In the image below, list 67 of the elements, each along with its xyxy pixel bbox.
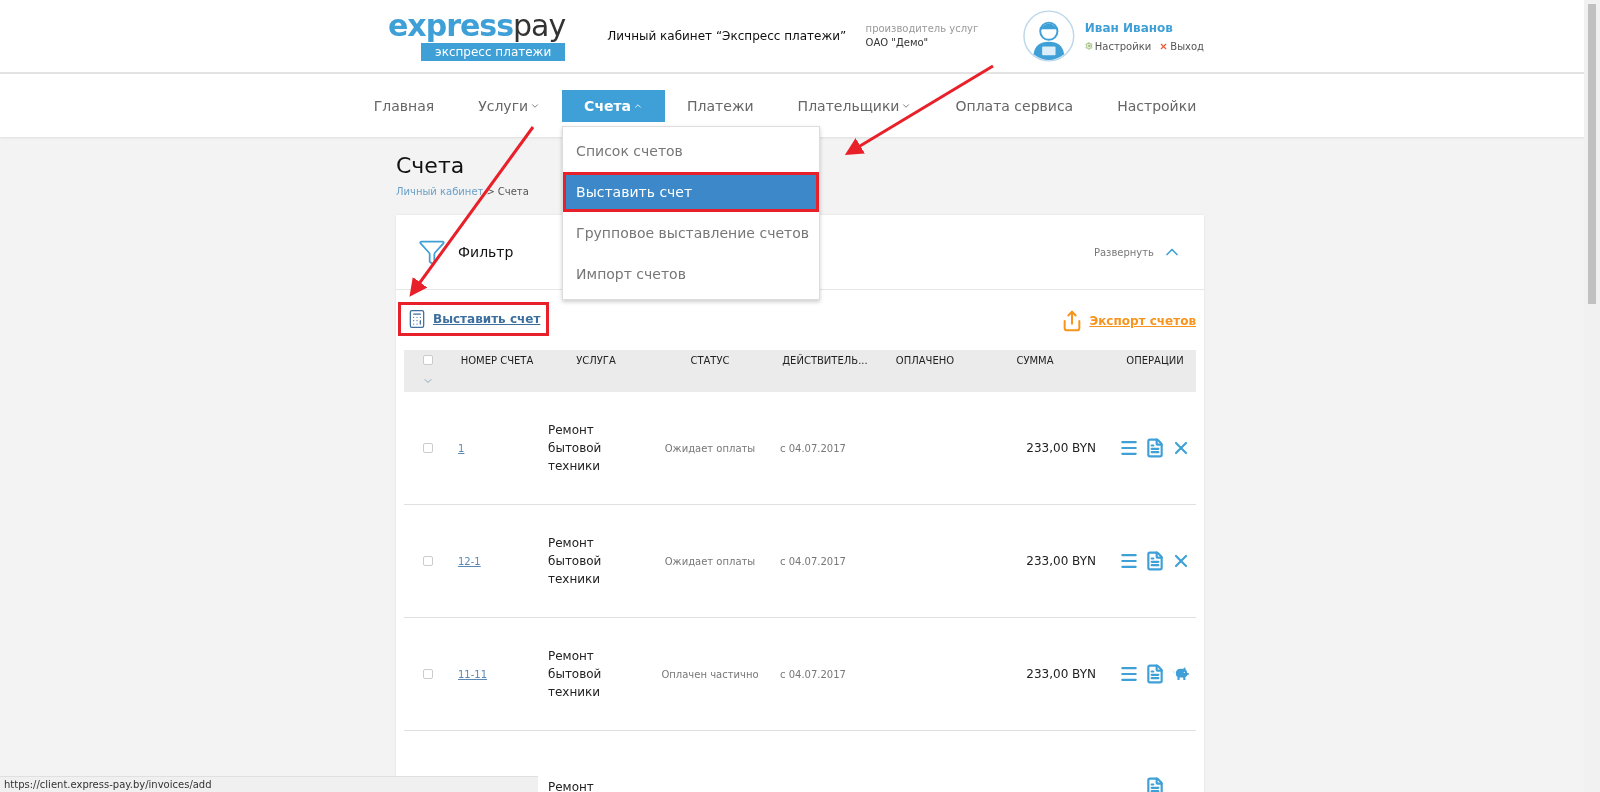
column-header: ОПЕРАЦИИ [1125, 354, 1185, 366]
document-icon[interactable] [1145, 664, 1165, 684]
table-cell-text: Оплачен частично [660, 668, 760, 680]
status-bar-url: https://client.express-pay.by/invoices/add [0, 776, 538, 792]
row-checkbox[interactable] [423, 669, 433, 679]
add-invoice-link[interactable]: Выставить счет [398, 302, 550, 336]
row-checkbox[interactable] [423, 556, 433, 566]
logo-tagline: экспресс платежи [421, 43, 566, 61]
table-cell-text: 233,00 BYN [1025, 554, 1097, 568]
provider-label: производитель услуг [865, 22, 980, 36]
list-icon[interactable] [1119, 664, 1139, 684]
nav-tab[interactable]: Плательщики [775, 89, 934, 122]
nav-tab[interactable]: Оплата сервиса [933, 89, 1096, 122]
invoice-number-link[interactable]: 1 [452, 442, 542, 454]
nav-tab[interactable]: Услуги [456, 89, 563, 122]
menu-item[interactable]: Выставить счет [563, 171, 820, 212]
table-cell-text: Ожидает оплаты [663, 555, 757, 567]
menu-item[interactable]: Список счетов [563, 130, 820, 171]
provider-name: ОАО "Демо" [865, 36, 930, 50]
table-cell-text: 233,00 BYN [1025, 667, 1097, 681]
table-cell-text: Ремонт бытовой техники [547, 422, 603, 475]
invoice-number-link[interactable]: 11-11 [452, 668, 542, 680]
page-title: Счета [396, 153, 466, 178]
logo-text: pay [513, 8, 566, 43]
calculator-icon [407, 309, 427, 329]
column-header: ОПЛАЧЕНО [894, 354, 956, 366]
select-all-checkbox[interactable] [423, 355, 433, 366]
list-icon[interactable] [1119, 551, 1139, 571]
column-header: СТАТУС [689, 354, 731, 366]
menu-item[interactable]: Импорт счетов [563, 253, 820, 294]
table-cell-text: с 04.07.2017 [779, 442, 847, 454]
table-cell-text: Ремонт бытовой техники [547, 648, 603, 701]
filter-icon [418, 238, 446, 266]
column-header: СУММА [1015, 354, 1055, 366]
filter-title: Фильтр [458, 244, 515, 260]
breadcrumb-link[interactable]: Личный кабинет [396, 186, 484, 197]
user-name[interactable]: Иван Иванов [1084, 20, 1204, 35]
nav-tab[interactable]: Платежи [665, 89, 776, 122]
table-cell-text: с 04.07.2017 [779, 555, 847, 567]
table-cell-text: 233,00 BYN [1025, 441, 1097, 455]
logout-link[interactable]: Выход [1159, 40, 1204, 52]
logo-text: express [388, 8, 514, 43]
table-cell-text: Ремонт [547, 779, 595, 792]
logo[interactable]: expresspay экспресс платежи [386, 11, 568, 61]
invoice-number-link[interactable]: 12-1 [452, 555, 542, 567]
settings-link[interactable]: Настройки [1084, 40, 1152, 52]
cabinet-title: Личный кабинет “Экспресс платежи” [607, 29, 848, 43]
document-icon[interactable] [1145, 438, 1165, 458]
breadcrumb-current: Счета [497, 186, 529, 197]
table-cell-text: с 04.07.2017 [779, 668, 847, 680]
column-header: ДЕЙСТВИТЕЛЬ... [781, 354, 869, 366]
close-icon [1159, 41, 1169, 51]
gear-icon [1084, 42, 1093, 50]
table-cell-text: Ремонт бытовой техники [547, 535, 603, 588]
column-header: УСЛУГА [575, 354, 617, 366]
user-avatar-icon [1023, 9, 1075, 63]
nav-tab[interactable]: Счета [562, 89, 666, 122]
menu-item[interactable]: Групповое выставление счетов [563, 212, 820, 253]
nav-tab[interactable]: Главная [351, 89, 457, 122]
table-cell-text: Ожидает оплаты [663, 442, 757, 454]
document-icon[interactable] [1145, 777, 1165, 792]
nav-tab[interactable]: Настройки [1095, 89, 1219, 122]
column-header: НОМЕР СЧЕТА [459, 354, 535, 366]
document-icon[interactable] [1145, 551, 1165, 571]
row-checkbox[interactable] [423, 443, 433, 453]
list-icon[interactable] [1119, 438, 1139, 458]
expand-toggle[interactable]: Развернуть [1093, 242, 1182, 262]
